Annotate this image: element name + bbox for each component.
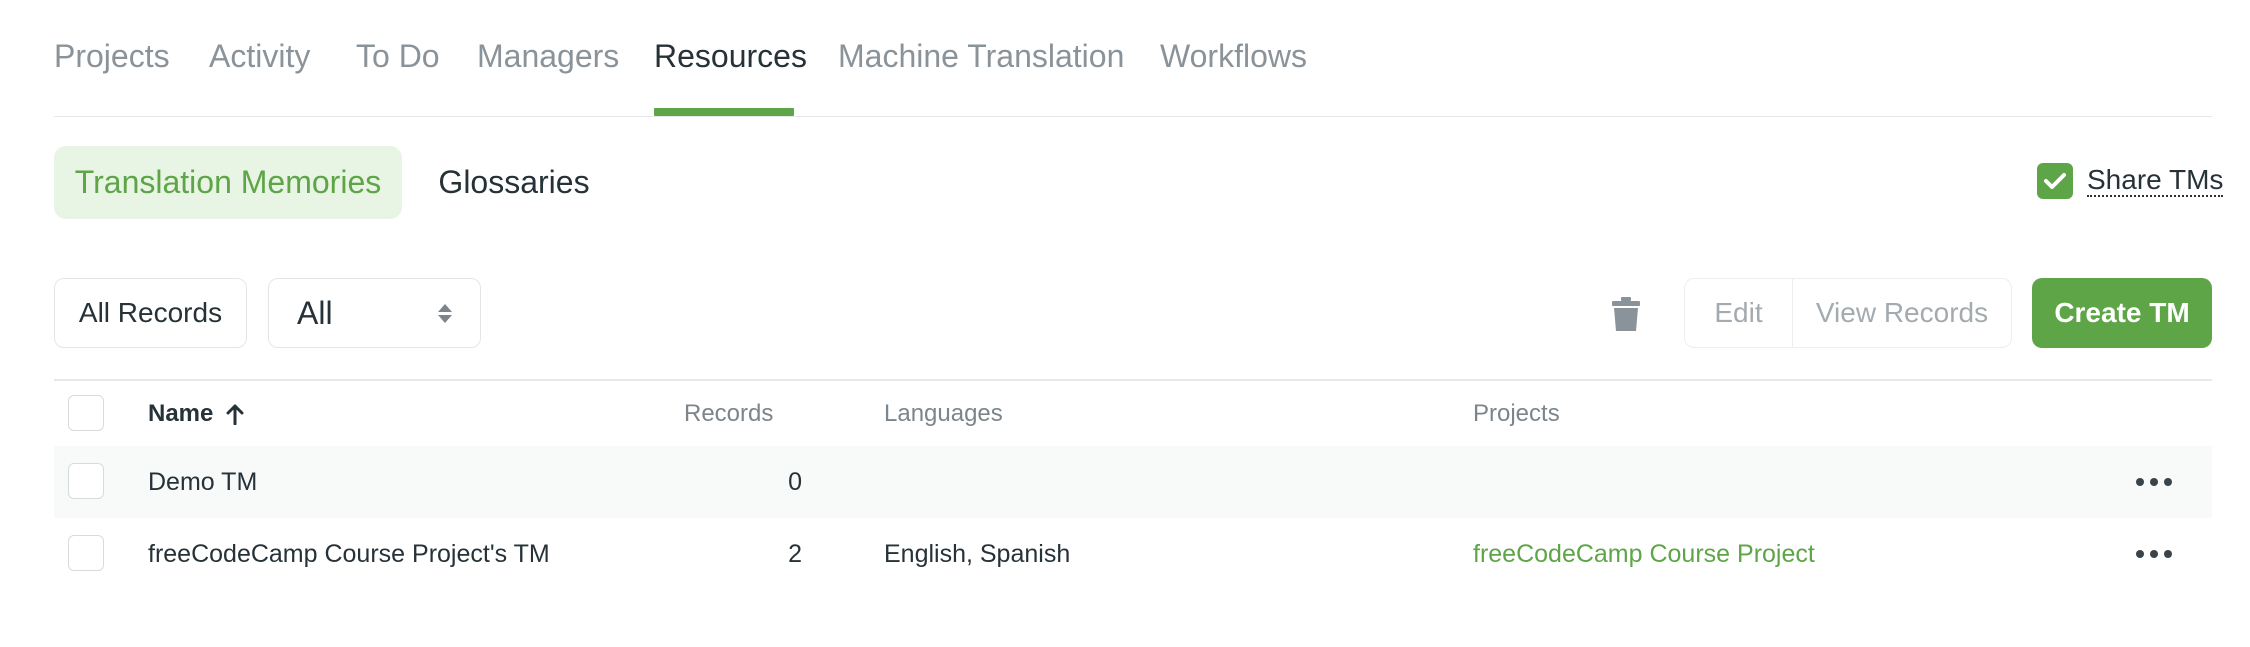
- tab-resources[interactable]: Resources: [654, 38, 807, 75]
- filter-select[interactable]: All: [268, 278, 481, 348]
- table-row[interactable]: Demo TM 0: [54, 446, 2212, 518]
- name-column-header[interactable]: Name: [148, 378, 245, 450]
- records-column-header[interactable]: Records: [684, 378, 773, 450]
- tm-name[interactable]: freeCodeCamp Course Project's TM: [148, 518, 550, 590]
- tab-managers[interactable]: Managers: [477, 38, 619, 75]
- table-header: Name Records Languages Projects: [54, 378, 2212, 450]
- tm-project-link[interactable]: freeCodeCamp Course Project: [1473, 518, 1815, 590]
- tab-to-do[interactable]: To Do: [356, 38, 440, 75]
- tm-languages: English, Spanish: [884, 539, 1071, 568]
- languages-column-header[interactable]: Languages: [884, 378, 1003, 450]
- more-options-icon[interactable]: [2136, 468, 2172, 496]
- share-tms-checkbox[interactable]: [2037, 163, 2073, 199]
- share-tms-label[interactable]: Share TMs: [2087, 165, 2224, 197]
- all-records-button[interactable]: All Records: [54, 278, 247, 348]
- tab-projects[interactable]: Projects: [54, 38, 170, 75]
- subtab-translation-memories[interactable]: Translation Memories: [54, 146, 402, 219]
- trash-icon[interactable]: [1612, 297, 1640, 331]
- name-header-label: Name: [148, 400, 214, 427]
- subtab-glossaries[interactable]: Glossaries: [422, 146, 606, 219]
- projects-column-header[interactable]: Projects: [1473, 378, 1560, 450]
- row-checkbox[interactable]: [68, 463, 104, 499]
- tab-workflows[interactable]: Workflows: [1160, 38, 1307, 75]
- row-checkbox[interactable]: [68, 535, 104, 571]
- edit-button[interactable]: Edit: [1685, 279, 1793, 347]
- more-options-icon[interactable]: [2136, 540, 2172, 568]
- arrow-up-icon: [226, 404, 244, 425]
- tab-machine-translation[interactable]: Machine Translation: [838, 38, 1124, 75]
- view-records-button[interactable]: View Records: [1793, 279, 2011, 347]
- tm-name[interactable]: Demo TM: [148, 446, 257, 518]
- record-actions-group: Edit View Records: [1684, 278, 2012, 348]
- active-tab-indicator: [654, 108, 794, 116]
- table-row[interactable]: freeCodeCamp Course Project's TM 2 Engli…: [54, 518, 2212, 590]
- select-arrows-icon: [438, 303, 452, 323]
- tab-activity[interactable]: Activity: [209, 38, 310, 75]
- tm-records: 2: [788, 539, 802, 568]
- select-all-checkbox[interactable]: [68, 395, 104, 431]
- create-tm-button[interactable]: Create TM: [2032, 278, 2212, 348]
- tm-records: 0: [788, 467, 802, 496]
- top-nav-tabs: Projects Activity To Do Managers Resourc…: [54, 0, 2212, 117]
- filter-select-value: All: [297, 294, 333, 331]
- checkmark-icon: [2044, 173, 2066, 189]
